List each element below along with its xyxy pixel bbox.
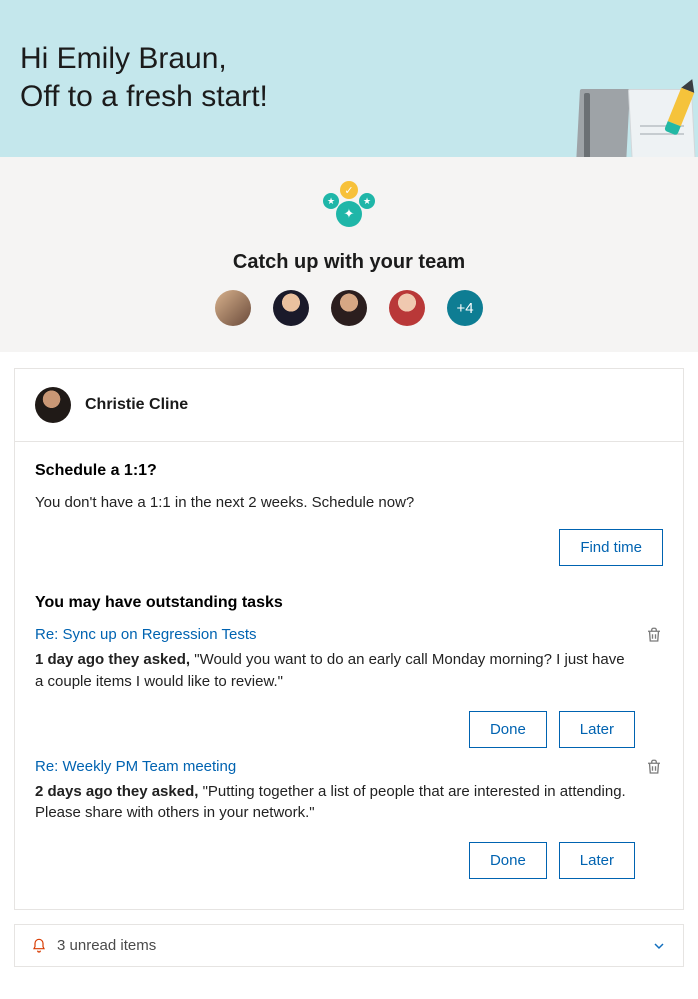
team-avatar[interactable]	[331, 290, 367, 326]
find-time-button[interactable]: Find time	[559, 529, 663, 566]
person-card: Christie Cline Schedule a 1:1? You don't…	[14, 368, 684, 910]
catch-up-title: Catch up with your team	[20, 251, 678, 274]
avatar	[35, 387, 71, 423]
card-header: Christie Cline	[15, 369, 683, 442]
task-item: Re: Sync up on Regression Tests 1 day ag…	[35, 626, 663, 748]
later-button[interactable]: Later	[559, 842, 635, 879]
person-name: Christie Cline	[85, 396, 188, 414]
task-ago: 1 day ago they asked,	[35, 651, 190, 668]
greeting-line2: Off to a fresh start!	[20, 80, 268, 113]
unread-row[interactable]: 3 unread items	[14, 924, 684, 967]
task-text: 2 days ago they asked, "Putting together…	[35, 781, 635, 825]
delete-icon[interactable]	[645, 758, 663, 776]
greeting-line1: Hi Emily Braun,	[20, 42, 227, 75]
team-avatar[interactable]	[273, 290, 309, 326]
task-subject-link[interactable]: Re: Sync up on Regression Tests	[35, 626, 257, 643]
team-avatar[interactable]	[389, 290, 425, 326]
schedule-title: Schedule a 1:1?	[35, 462, 663, 480]
later-button[interactable]: Later	[559, 711, 635, 748]
done-button[interactable]: Done	[469, 842, 547, 879]
avatar-row: +4	[20, 290, 678, 326]
team-icon: ★★ ✓✦	[321, 181, 377, 237]
chevron-down-icon[interactable]	[651, 938, 667, 954]
catch-up-section: ★★ ✓✦ Catch up with your team +4	[0, 157, 698, 352]
schedule-text: You don't have a 1:1 in the next 2 weeks…	[35, 494, 663, 511]
tasks-section-title: You may have outstanding tasks	[35, 594, 663, 612]
task-subject-link[interactable]: Re: Weekly PM Team meeting	[35, 758, 236, 775]
team-avatar[interactable]	[215, 290, 251, 326]
done-button[interactable]: Done	[469, 711, 547, 748]
more-avatars-button[interactable]: +4	[447, 290, 483, 326]
bell-icon	[31, 938, 47, 954]
task-ago: 2 days ago they asked,	[35, 783, 198, 800]
notebook-illustration	[574, 75, 698, 157]
delete-icon[interactable]	[645, 626, 663, 644]
unread-text: 3 unread items	[57, 937, 156, 954]
task-item: Re: Weekly PM Team meeting 2 days ago th…	[35, 758, 663, 880]
task-text: 1 day ago they asked, "Would you want to…	[35, 649, 635, 693]
header-banner: Hi Emily Braun, Off to a fresh start!	[0, 0, 698, 157]
